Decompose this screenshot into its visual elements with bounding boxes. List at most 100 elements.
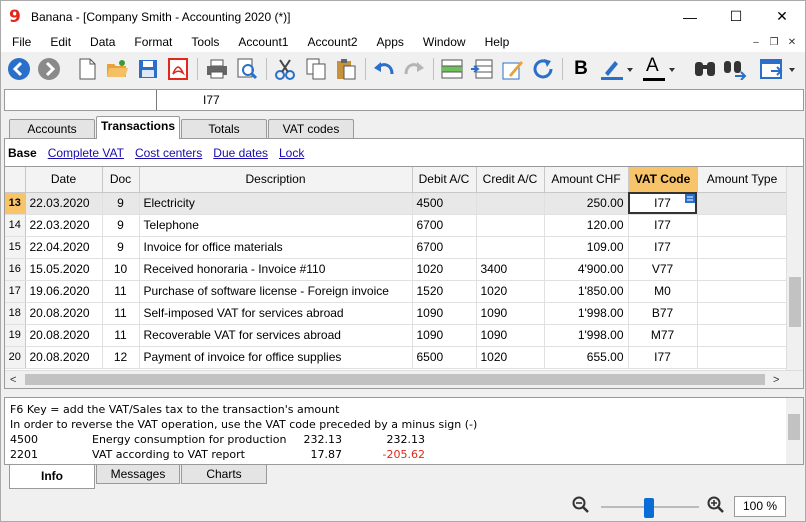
menu-help[interactable]: Help xyxy=(474,32,518,52)
tab-vat-codes[interactable]: VAT codes xyxy=(268,119,354,138)
cell-credit[interactable] xyxy=(476,192,545,215)
cell-amount[interactable]: 4'900.00 xyxy=(544,258,629,281)
tab-transactions[interactable]: Transactions xyxy=(96,116,180,139)
cell-content-input[interactable]: I77 xyxy=(203,93,220,107)
open-folder-icon[interactable] xyxy=(103,55,131,83)
tab-charts[interactable]: Charts xyxy=(181,465,267,484)
document-restore-button[interactable]: ❐ xyxy=(765,32,783,52)
cell-debit[interactable]: 1090 xyxy=(412,324,477,347)
document-minimize-button[interactable]: – xyxy=(747,32,765,52)
table-row[interactable]: 19 20.08.2020 11 Recoverable VAT for ser… xyxy=(5,324,788,347)
cell-date[interactable]: 20.08.2020 xyxy=(25,324,103,347)
table-row[interactable]: 16 15.05.2020 10 Received honoraria - In… xyxy=(5,258,788,281)
cell-amount-type[interactable] xyxy=(697,192,788,215)
tab-messages[interactable]: Messages xyxy=(96,465,180,484)
cell-amount[interactable]: 1'998.00 xyxy=(544,302,629,325)
cell-description[interactable]: Payment of invoice for office supplies xyxy=(139,346,413,369)
cell-vat-code[interactable]: M77 xyxy=(628,324,698,347)
cell-date[interactable]: 20.08.2020 xyxy=(25,302,103,325)
row-number[interactable]: 14 xyxy=(5,214,26,237)
row-number[interactable]: 18 xyxy=(5,302,26,325)
cell-date[interactable]: 15.05.2020 xyxy=(25,258,103,281)
cell-amount[interactable]: 109.00 xyxy=(544,236,629,259)
cell-doc[interactable]: 12 xyxy=(102,346,140,369)
cell-credit[interactable]: 1020 xyxy=(476,280,545,303)
cell-debit[interactable]: 6700 xyxy=(412,214,477,237)
cell-date[interactable]: 22.04.2020 xyxy=(25,236,103,259)
print-preview-icon[interactable] xyxy=(233,55,261,83)
cell-doc[interactable]: 11 xyxy=(102,280,140,303)
view-cost-centers[interactable]: Cost centers xyxy=(135,146,202,160)
highlight-icon[interactable] xyxy=(599,55,635,83)
cell-amount[interactable]: 1'998.00 xyxy=(544,324,629,347)
document-close-button[interactable]: ✕ xyxy=(783,32,801,52)
table-row[interactable]: 20 20.08.2020 12 Payment of invoice for … xyxy=(5,346,788,369)
cell-doc[interactable]: 11 xyxy=(102,324,140,347)
back-icon[interactable] xyxy=(5,55,33,83)
table-row[interactable]: 13 22.03.2020 9 Electricity 4500 250.00 … xyxy=(5,192,788,215)
zoom-slider-thumb[interactable] xyxy=(644,498,654,518)
undo-icon[interactable] xyxy=(370,55,398,83)
grid-vertical-scroll-thumb[interactable] xyxy=(789,277,801,327)
cell-description[interactable]: Purchase of software license - Foreign i… xyxy=(139,280,413,303)
row-number[interactable]: 20 xyxy=(5,346,26,369)
menu-apps[interactable]: Apps xyxy=(366,32,412,52)
cell-credit[interactable] xyxy=(476,236,545,259)
cell-amount[interactable]: 1'850.00 xyxy=(544,280,629,303)
menu-file[interactable]: File xyxy=(1,32,39,52)
add-rows-icon[interactable] xyxy=(468,55,496,83)
cell-description[interactable]: Received honoraria - Invoice #110 xyxy=(139,258,413,281)
cell-description[interactable]: Invoice for office materials xyxy=(139,236,413,259)
cell-date[interactable]: 19.06.2020 xyxy=(25,280,103,303)
tab-totals[interactable]: Totals xyxy=(181,119,267,138)
column-header-doc[interactable]: Doc xyxy=(102,167,140,193)
find-icon[interactable] xyxy=(691,55,719,83)
row-number[interactable]: 15 xyxy=(5,236,26,259)
transactions-grid[interactable]: Date Doc Description Debit A/C Credit A/… xyxy=(4,166,804,389)
column-header-amount-type[interactable]: Amount Type xyxy=(697,167,788,193)
cell-amount[interactable]: 250.00 xyxy=(544,192,629,215)
cell-amount[interactable]: 120.00 xyxy=(544,214,629,237)
cell-description[interactable]: Recoverable VAT for services abroad xyxy=(139,324,413,347)
column-header-amount[interactable]: Amount CHF xyxy=(544,167,629,193)
menu-format[interactable]: Format xyxy=(123,32,180,52)
cell-description[interactable]: Self-imposed VAT for services abroad xyxy=(139,302,413,325)
cell-date[interactable]: 22.03.2020 xyxy=(25,192,103,215)
row-number[interactable]: 19 xyxy=(5,324,26,347)
copy-icon[interactable] xyxy=(302,55,330,83)
cell-date[interactable]: 22.03.2020 xyxy=(25,214,103,237)
cell-vat-code[interactable]: V77 xyxy=(628,258,698,281)
scroll-left-arrow-icon[interactable]: < xyxy=(10,371,16,388)
new-file-icon[interactable] xyxy=(73,55,101,83)
row-number[interactable]: 17 xyxy=(5,280,26,303)
cell-credit[interactable] xyxy=(476,214,545,237)
cell-doc[interactable]: 9 xyxy=(102,236,140,259)
column-header-date[interactable]: Date xyxy=(25,167,103,193)
cell-debit[interactable]: 1090 xyxy=(412,302,477,325)
cut-icon[interactable] xyxy=(271,55,299,83)
insert-row-icon[interactable] xyxy=(438,55,466,83)
cell-debit[interactable]: 4500 xyxy=(412,192,477,215)
cell-description[interactable]: Electricity xyxy=(139,192,413,215)
cell-amount-type[interactable] xyxy=(697,280,788,303)
bold-icon[interactable]: B xyxy=(567,55,595,83)
row-number[interactable]: 16 xyxy=(5,258,26,281)
cell-debit[interactable]: 6700 xyxy=(412,236,477,259)
table-row[interactable]: 14 22.03.2020 9 Telephone 6700 120.00 I7… xyxy=(5,214,788,237)
pdf-icon[interactable] xyxy=(164,55,192,83)
dropdown-list-icon[interactable] xyxy=(684,193,695,203)
cell-amount-type[interactable] xyxy=(697,346,788,369)
cell-doc[interactable]: 10 xyxy=(102,258,140,281)
find-replace-icon[interactable] xyxy=(721,55,749,83)
scroll-right-arrow-icon[interactable]: > xyxy=(773,371,779,388)
column-header-description[interactable]: Description xyxy=(139,167,413,193)
cell-credit[interactable]: 1020 xyxy=(476,346,545,369)
cell-credit[interactable]: 3400 xyxy=(476,258,545,281)
font-color-icon[interactable]: A xyxy=(641,55,677,83)
cell-vat-code[interactable]: I77 xyxy=(628,346,698,369)
view-base[interactable]: Base xyxy=(8,146,37,160)
cell-debit[interactable]: 1520 xyxy=(412,280,477,303)
recalculate-icon[interactable] xyxy=(529,55,557,83)
tab-info[interactable]: Info xyxy=(9,465,95,489)
zoom-out-icon[interactable] xyxy=(572,496,590,519)
